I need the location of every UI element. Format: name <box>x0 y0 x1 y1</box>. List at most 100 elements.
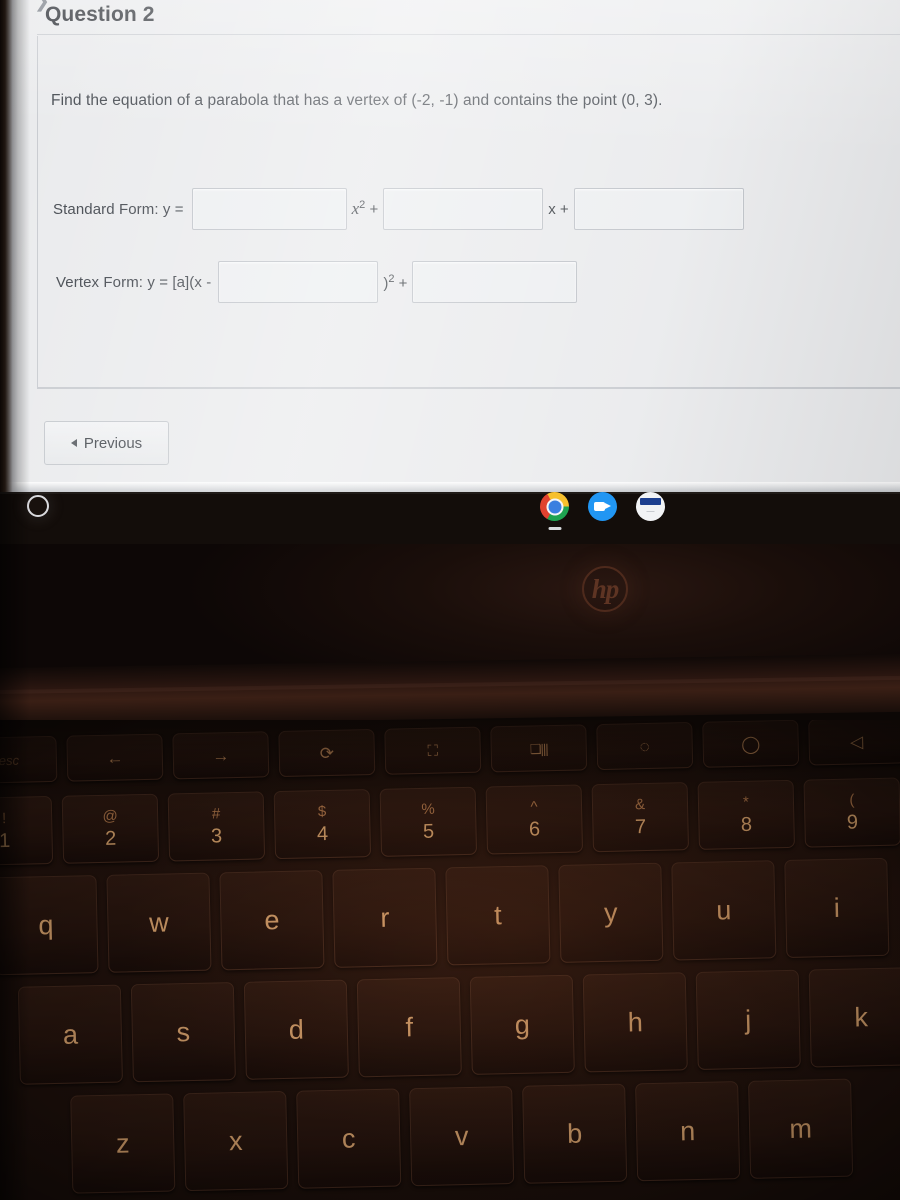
launcher-circle-icon[interactable] <box>27 495 49 517</box>
key-b[interactable]: b <box>522 1083 628 1184</box>
key-symbol: ^ <box>530 798 538 816</box>
reload-icon: ⟳ <box>319 743 335 763</box>
key-3[interactable]: #3 <box>167 791 266 862</box>
document-app-icon[interactable]: —— <box>636 492 665 521</box>
key-m[interactable]: m <box>748 1078 854 1179</box>
keyboard-number-row: ! 1 @2 #3 $4% 5 ^ 6 & 7 * 8(9 <box>0 777 900 867</box>
hp-logo: hp <box>582 566 628 612</box>
key-number: 3 <box>210 825 223 848</box>
key-z[interactable]: z <box>70 1093 176 1194</box>
key-n[interactable]: n <box>635 1081 741 1182</box>
back-arrow-icon: ← <box>106 747 124 768</box>
key-letter: e <box>264 904 280 935</box>
previous-button[interactable]: Previous <box>44 421 169 465</box>
key-d[interactable]: d <box>243 979 349 1080</box>
key-s[interactable]: s <box>130 982 236 1083</box>
key-esc[interactable]: esc <box>0 735 58 784</box>
chrome-active-indicator <box>548 527 561 530</box>
key-6[interactable]: ^ 6 <box>485 784 584 855</box>
question-card: Find the equation of a parabola that has… <box>37 36 900 388</box>
shelf-top-border <box>0 492 900 494</box>
key-r[interactable]: r <box>332 867 438 968</box>
key-2[interactable]: @2 <box>61 793 160 864</box>
standard-form-b-input[interactable] <box>383 188 544 230</box>
shelf-app-list: —— <box>540 492 665 530</box>
key-a[interactable]: a <box>17 984 123 1085</box>
key-number: 5 <box>422 820 435 843</box>
key-forward[interactable]: → <box>172 731 270 780</box>
key-number: 7 <box>634 816 647 839</box>
key-number: 9 <box>846 811 859 834</box>
key-letter: r <box>380 902 390 933</box>
key-overview[interactable]: ❏||| <box>490 724 588 773</box>
key-x[interactable]: x <box>183 1090 289 1192</box>
key-g[interactable]: g <box>469 974 575 1075</box>
key-reload[interactable]: ⟳ <box>278 728 376 778</box>
screen-left-bezel-shadow <box>0 0 18 492</box>
shelf-item-chrome[interactable] <box>540 492 569 530</box>
question-header: ❯ Question 2 <box>34 0 900 38</box>
key-letter: y <box>603 897 618 928</box>
standard-form-operator-2: x + <box>548 200 569 218</box>
key-y[interactable]: y <box>558 862 664 963</box>
laptop-screen: ❯ Question 2 Find the equation of a para… <box>0 0 900 492</box>
key-brightness-up[interactable]: ◯ <box>702 720 800 768</box>
key-4[interactable]: $4 <box>273 789 372 860</box>
key-letter: n <box>679 1115 696 1146</box>
key-t[interactable]: t <box>445 865 551 966</box>
key-mute[interactable]: ◁ <box>808 720 900 766</box>
vertex-form-k-input[interactable] <box>412 261 578 303</box>
card-bottom-divider <box>37 388 900 389</box>
key-letter: a <box>62 1019 79 1050</box>
key-brightness-down[interactable]: ◌ <box>596 722 694 771</box>
key-j[interactable]: j <box>695 969 801 1070</box>
key-7[interactable]: & 7 <box>591 782 690 853</box>
key-c[interactable]: c <box>296 1088 402 1189</box>
key-letter: q <box>38 909 54 940</box>
key-number: 6 <box>528 818 541 841</box>
vertex-form-label: Vertex Form: y = [a](x - <box>56 273 212 291</box>
key-letter: s <box>176 1016 191 1047</box>
zoom-icon[interactable] <box>588 492 617 521</box>
key-9[interactable]: (9 <box>803 777 900 848</box>
standard-form-operator-1: x2 + <box>351 199 379 218</box>
key-5[interactable]: % 5 <box>379 786 478 857</box>
key-symbol: % <box>421 800 435 818</box>
key-1[interactable]: ! 1 <box>0 796 54 867</box>
standard-form-c-input[interactable] <box>573 188 744 230</box>
key-letter: w <box>148 906 170 938</box>
key-q[interactable]: q <box>0 875 99 976</box>
key-w[interactable]: w <box>106 872 212 973</box>
overview-windows-icon: ❏||| <box>529 740 548 757</box>
key-f[interactable]: f <box>356 977 462 1078</box>
key-symbol: ! <box>1 810 7 828</box>
mute-icon: ◁ <box>849 731 864 752</box>
key-8[interactable]: * 8 <box>697 779 795 850</box>
key-letter: f <box>405 1011 414 1042</box>
key-i[interactable]: i <box>784 857 890 959</box>
key-letter: h <box>627 1006 644 1038</box>
key-back[interactable]: ← <box>66 733 164 782</box>
key-e[interactable]: e <box>219 870 325 971</box>
key-number: 4 <box>316 822 329 846</box>
vertex-form-row: Vertex Form: y = [a](x - )2 + <box>56 261 578 303</box>
key-k[interactable]: k <box>808 967 900 1068</box>
laptop-keyboard: esc ← → ⟳ ⛶ ❏||| ◌ ◯ ◁ ! 1 @2 #3 $4% 5 ^ 6 & 7 * 8(9 qwerty… <box>0 720 900 1200</box>
key-u[interactable]: u <box>671 860 777 961</box>
chrome-icon[interactable] <box>540 492 569 521</box>
key-h[interactable]: h <box>582 972 688 1073</box>
key-fullscreen[interactable]: ⛶ <box>384 726 482 775</box>
forward-arrow-icon: → <box>212 745 230 766</box>
key-letter: d <box>288 1014 305 1045</box>
key-v[interactable]: v <box>409 1086 515 1187</box>
chromeos-shelf: —— <box>0 492 900 544</box>
standard-form-a-input[interactable] <box>191 188 347 230</box>
question-prompt: Find the equation of a parabola that has… <box>51 92 663 109</box>
key-letter: t <box>493 899 502 930</box>
key-letter: c <box>341 1122 356 1154</box>
page-title: Question 2 <box>45 3 155 26</box>
keyboard-function-row: esc ← → ⟳ ⛶ ❏||| ◌ ◯ ◁ <box>0 720 900 784</box>
chevron-left-icon[interactable]: ❯ <box>34 0 50 11</box>
vertex-form-h-input[interactable] <box>218 261 379 303</box>
key-symbol: # <box>211 805 221 823</box>
